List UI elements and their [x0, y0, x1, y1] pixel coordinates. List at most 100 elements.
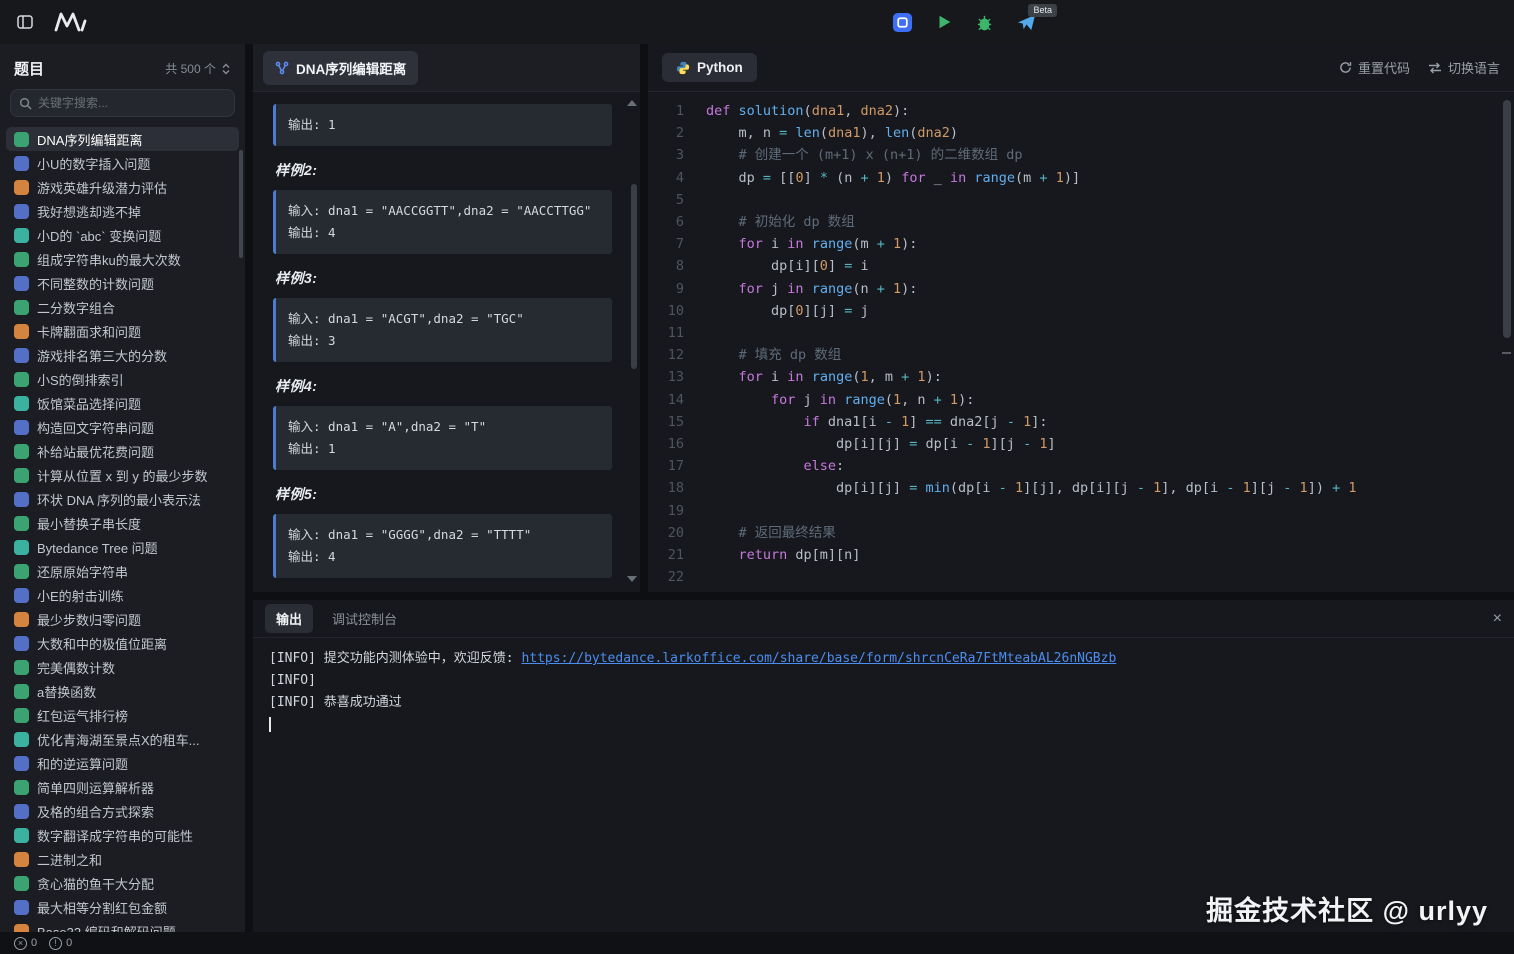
log-level-prefix: [INFO]	[269, 695, 316, 710]
bug-icon	[975, 13, 994, 32]
code-line[interactable]: 16 dp[i][j] = dp[i - 1][j - 1]	[662, 433, 1514, 455]
line-number: 12	[662, 344, 706, 366]
run-icon	[935, 13, 953, 31]
sidebar-item[interactable]: 游戏排名第三大的分数	[6, 343, 239, 367]
problem-title: DNA序列编辑距离	[296, 58, 406, 78]
sidebar-item[interactable]: 贪心猫的鱼干大分配	[6, 871, 239, 895]
log-level-prefix: [INFO]	[269, 651, 316, 666]
sidebar-item[interactable]: 卡牌翻面求和问题	[6, 319, 239, 343]
editor-actions: 重置代码 切换语言	[1339, 58, 1500, 77]
line-number: 5	[662, 189, 706, 211]
panel-toggle-button[interactable]	[12, 9, 38, 35]
sidebar-item-label: DNA序列编辑距离	[37, 130, 142, 149]
switch-language-button[interactable]: 切换语言	[1428, 58, 1500, 77]
problem-tag-icon	[14, 252, 29, 267]
sidebar-item[interactable]: 最小替换子串长度	[6, 511, 239, 535]
sidebar-item[interactable]: a替换函数	[6, 679, 239, 703]
code-line[interactable]: 15 if dna1[i - 1] == dna2[j - 1]:	[662, 411, 1514, 433]
debug-button[interactable]	[971, 9, 998, 36]
code-line[interactable]: 5	[662, 189, 1514, 211]
sidebar-item[interactable]: 构造回文字符串问题	[6, 415, 239, 439]
code-line[interactable]: 7 for i in range(m + 1):	[662, 233, 1514, 255]
sidebar-item[interactable]: Bytedance Tree 问题	[6, 535, 239, 559]
sidebar-item[interactable]: 还原原始字符串	[6, 559, 239, 583]
code-line[interactable]: 3 # 创建一个 (m+1) x (n+1) 的二维数组 dp	[662, 144, 1514, 166]
sidebar-item[interactable]: 完美偶数计数	[6, 655, 239, 679]
sidebar-item[interactable]: 及格的组合方式探索	[6, 799, 239, 823]
sidebar-item[interactable]: 最少步数归零问题	[6, 607, 239, 631]
sample-block: 输出: 1	[273, 104, 612, 146]
console-line: [INFO] 提交功能内测体验中，欢迎反馈: https://bytedance…	[269, 648, 1498, 670]
code-line[interactable]: 18 dp[i][j] = min(dp[i - 1][j], dp[i][j …	[662, 477, 1514, 499]
sample-heading: 样例4:	[275, 376, 612, 396]
sidebar-item[interactable]: DNA序列编辑距离	[6, 127, 239, 151]
code-line[interactable]: 6 # 初始化 dp 数组	[662, 211, 1514, 233]
extension-button[interactable]	[888, 8, 917, 37]
sidebar-item[interactable]: 小U的数字插入问题	[6, 151, 239, 175]
warnings-indicator[interactable]: ! 0	[49, 937, 72, 950]
sidebar-item-label: 数字翻译成字符串的可能性	[37, 826, 193, 845]
code-text: if dna1[i - 1] == dna2[j - 1]:	[706, 411, 1048, 433]
close-icon[interactable]: ×	[1493, 611, 1502, 627]
code-line[interactable]: 12 # 填充 dp 数组	[662, 344, 1514, 366]
sidebar-item[interactable]: 数字翻译成字符串的可能性	[6, 823, 239, 847]
sidebar-item[interactable]: 游戏英雄升级潜力评估	[6, 175, 239, 199]
scroll-down-icon[interactable]	[627, 576, 637, 582]
problem-scrollbar[interactable]	[631, 184, 637, 369]
sidebar-item[interactable]: 简单四则运算解析器	[6, 775, 239, 799]
problem-list: DNA序列编辑距离小U的数字插入问题游戏英雄升级潜力评估我好想逃却逃不掉小D的 …	[0, 125, 245, 932]
tab-output[interactable]: 输出	[265, 604, 313, 633]
editor-scrollbar[interactable]	[1503, 100, 1511, 338]
code-line[interactable]: 17 else:	[662, 455, 1514, 477]
code-line[interactable]: 22	[662, 566, 1514, 588]
tab-debug-console[interactable]: 调试控制台	[321, 604, 408, 633]
sidebar-item[interactable]: 组成字符串ku的最大次数	[6, 247, 239, 271]
sidebar-item[interactable]: 优化青海湖至景点X的租车...	[6, 727, 239, 751]
scroll-up-icon[interactable]	[627, 100, 637, 106]
code-line[interactable]: 21 return dp[m][n]	[662, 544, 1514, 566]
sidebar-item[interactable]: 计算从位置 x 到 y 的最少步数	[6, 463, 239, 487]
sidebar-item[interactable]: 最大相等分割红包金额	[6, 895, 239, 919]
sidebar-item[interactable]: 饭馆菜品选择问题	[6, 391, 239, 415]
toolbar-actions: Beta	[888, 0, 1041, 44]
problem-tag-icon	[14, 852, 29, 867]
language-selector[interactable]: Python	[662, 53, 757, 82]
code-line[interactable]: 9 for j in range(n + 1):	[662, 278, 1514, 300]
sidebar-item[interactable]: 小S的倒排索引	[6, 367, 239, 391]
code-line[interactable]: 19	[662, 500, 1514, 522]
problem-tab[interactable]: DNA序列编辑距离	[263, 51, 418, 85]
feedback-link[interactable]: https://bytedance.larkoffice.com/share/b…	[521, 651, 1116, 666]
code-line[interactable]: 1def solution(dna1, dna2):	[662, 100, 1514, 122]
search-input[interactable]	[38, 96, 226, 110]
sidebar-item[interactable]: 我好想逃却逃不掉	[6, 199, 239, 223]
sidebar-item[interactable]: 红包运气排行榜	[6, 703, 239, 727]
code-line[interactable]: 4 dp = [[0] * (n + 1) for _ in range(m +…	[662, 167, 1514, 189]
code-line[interactable]: 10 dp[0][j] = j	[662, 300, 1514, 322]
code-text: dp[i][j] = min(dp[i - 1][j], dp[i][j - 1…	[706, 477, 1357, 499]
code-text: # 返回最终结果	[706, 522, 836, 544]
code-line[interactable]: 13 for i in range(1, m + 1):	[662, 366, 1514, 388]
code-line[interactable]: 11	[662, 322, 1514, 344]
code-line[interactable]: 2 m, n = len(dna1), len(dna2)	[662, 122, 1514, 144]
sidebar-item[interactable]: 小E的射击训练	[6, 583, 239, 607]
warning-count: 0	[66, 937, 72, 949]
sidebar-scrollbar[interactable]	[239, 150, 243, 258]
reset-code-button[interactable]: 重置代码	[1339, 58, 1410, 77]
sidebar-item[interactable]: Base32 编码和解码问题	[6, 919, 239, 932]
sidebar-item[interactable]: 大数和中的极值位距离	[6, 631, 239, 655]
errors-indicator[interactable]: × 0	[14, 937, 37, 950]
sort-toggle-icon[interactable]	[221, 63, 231, 75]
code-line[interactable]: 14 for j in range(1, n + 1):	[662, 389, 1514, 411]
share-button[interactable]: Beta	[1012, 8, 1041, 37]
code-line[interactable]: 8 dp[i][0] = i	[662, 255, 1514, 277]
sidebar-item[interactable]: 小D的 `abc` 变换问题	[6, 223, 239, 247]
code-line[interactable]: 20 # 返回最终结果	[662, 522, 1514, 544]
code-area[interactable]: 1def solution(dna1, dna2):2 m, n = len(d…	[648, 92, 1514, 592]
sidebar-item[interactable]: 不同整数的计数问题	[6, 271, 239, 295]
sidebar-item[interactable]: 二进制之和	[6, 847, 239, 871]
sidebar-item[interactable]: 和的逆运算问题	[6, 751, 239, 775]
sidebar-item[interactable]: 补给站最优花费问题	[6, 439, 239, 463]
sidebar-item[interactable]: 二分数字组合	[6, 295, 239, 319]
sidebar-item[interactable]: 环状 DNA 序列的最小表示法	[6, 487, 239, 511]
run-button[interactable]	[931, 9, 957, 35]
